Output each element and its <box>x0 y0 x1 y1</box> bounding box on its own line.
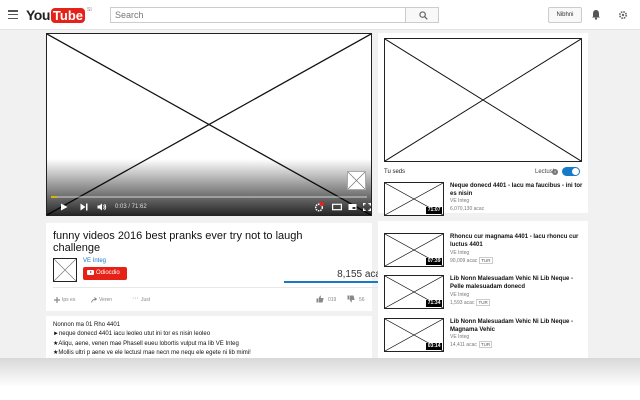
channel-name-link[interactable]: VE Integ <box>83 258 106 264</box>
description-card: Nonnon ma 01 Rho 4401 ►neque donecd 4401… <box>46 316 372 358</box>
recommendation-title[interactable]: Lib Nonn Malesuadam Vehic Ni Lib Neque -… <box>450 318 586 334</box>
player-progress-bar[interactable] <box>51 196 367 198</box>
info-icon[interactable]: i <box>552 169 558 175</box>
description-line: Nonnon ma 01 Rho 4401 <box>53 322 121 328</box>
recommendation-channel[interactable]: VE Integ <box>450 334 469 340</box>
recommendation-thumbnail[interactable]: 07:39 <box>384 233 444 267</box>
youtube-logo[interactable]: You Tube SI <box>26 7 92 23</box>
recommendation-views: 6,070,130 acac <box>450 206 485 212</box>
thumbs-down-icon[interactable] <box>347 295 355 303</box>
description-line: ★Aliqu, aene, venen mae Phasell eueu lob… <box>53 341 239 347</box>
video-duration: 71:34 <box>426 300 442 307</box>
recommendation-views: 90,009 acac TUR <box>450 257 493 264</box>
share-icon[interactable] <box>91 297 97 303</box>
recommendation-thumbnail[interactable]: 03:14 <box>384 318 444 352</box>
subscribe-label: Odiocdio <box>96 270 120 276</box>
youtube-play-icon <box>87 269 94 275</box>
recommendation-title[interactable]: Rhoncu cur magnama 4401 - Iacu rhoncu cu… <box>450 233 586 249</box>
miniplayer-icon[interactable] <box>348 203 357 211</box>
thumbs-up-icon[interactable] <box>316 295 324 303</box>
video-title: funny videos 2016 best pranks ever try n… <box>53 230 303 254</box>
add-to-button[interactable]: Ips es <box>62 297 75 303</box>
more-button[interactable]: Just <box>141 297 150 303</box>
next-icon[interactable] <box>80 203 88 211</box>
recommendation-thumbnail[interactable]: 71:07 <box>384 182 444 216</box>
search-icon <box>419 11 428 20</box>
play-icon[interactable] <box>60 203 68 211</box>
recommendation-title[interactable]: Lib Nonn Malesuadam Vehic Ni Lib Neque -… <box>450 275 586 291</box>
volume-icon[interactable] <box>97 203 107 211</box>
recommendation-title[interactable]: Neque donecd 4401 - Iacu ma faucibus - i… <box>450 182 586 198</box>
logo-you-text: You <box>26 7 50 23</box>
video-duration: 03:14 <box>426 343 442 350</box>
search-button[interactable] <box>405 7 439 23</box>
logo-tube-text: Tube <box>50 7 85 23</box>
like-count: 019 <box>328 297 337 303</box>
add-icon[interactable] <box>54 297 60 303</box>
share-button[interactable]: Veren <box>99 297 112 303</box>
video-duration: 71:07 <box>426 207 442 214</box>
player-time: 0:03 / 71:62 <box>115 204 147 210</box>
up-next-label: Tu seds <box>384 169 406 175</box>
subscribe-button[interactable]: Odiocdio <box>83 267 127 280</box>
theater-mode-icon[interactable] <box>332 203 342 211</box>
logo-region-code: SI <box>87 7 92 13</box>
video-info-card: funny videos 2016 best pranks ever try n… <box>46 223 388 311</box>
sidebar-ad-placeholder[interactable] <box>384 38 582 162</box>
video-duration: 07:39 <box>426 258 442 265</box>
recommendation-channel[interactable]: VE Integ <box>450 292 469 298</box>
settings-hd-icon[interactable] <box>314 202 324 212</box>
recommendation-views: 14,411 acac TUR <box>450 341 493 348</box>
badge-tag: TUR <box>479 257 493 264</box>
fullscreen-icon[interactable] <box>363 203 371 211</box>
search-input[interactable]: Search <box>110 7 406 23</box>
player-progress-fill <box>51 196 58 198</box>
video-player[interactable]: 0:03 / 71:62 <box>46 33 372 216</box>
endscreen-thumbnail[interactable] <box>347 171 366 190</box>
notifications-bell-icon[interactable] <box>591 9 601 20</box>
like-ratio-bar <box>284 281 388 283</box>
youtube-watch-page: You Tube SI Search Nibhni 0:03 / 71:62 f… <box>0 0 640 358</box>
dislike-count: 56 <box>359 297 365 303</box>
view-count: 8,155 acac <box>337 269 386 280</box>
badge-tag: TUR <box>478 341 493 348</box>
autoplay-toggle[interactable] <box>562 167 580 176</box>
recommendation-thumbnail[interactable]: 71:34 <box>384 275 444 309</box>
description-line: ★Mollis ultri p aene ve ele lectusl mae … <box>53 350 251 356</box>
description-line: ►neque donecd 4401 iacu leoleo utut ini … <box>53 331 211 337</box>
recommendation-channel[interactable]: VE Integ <box>450 198 469 204</box>
top-bar: You Tube SI Search Nibhni <box>0 0 640 30</box>
hamburger-menu-icon[interactable] <box>8 10 18 20</box>
badge-tag: TUR <box>476 299 490 306</box>
divider <box>53 287 387 288</box>
more-icon[interactable]: ··· <box>132 295 139 302</box>
recommendation-views: 1,593 acac TUR <box>450 299 490 306</box>
sign-in-button[interactable]: Nibhni <box>548 7 582 23</box>
channel-avatar[interactable] <box>53 258 77 282</box>
settings-gear-icon[interactable] <box>618 10 628 20</box>
recommendation-channel[interactable]: VE Integ <box>450 250 469 256</box>
window-shadow <box>0 358 640 400</box>
